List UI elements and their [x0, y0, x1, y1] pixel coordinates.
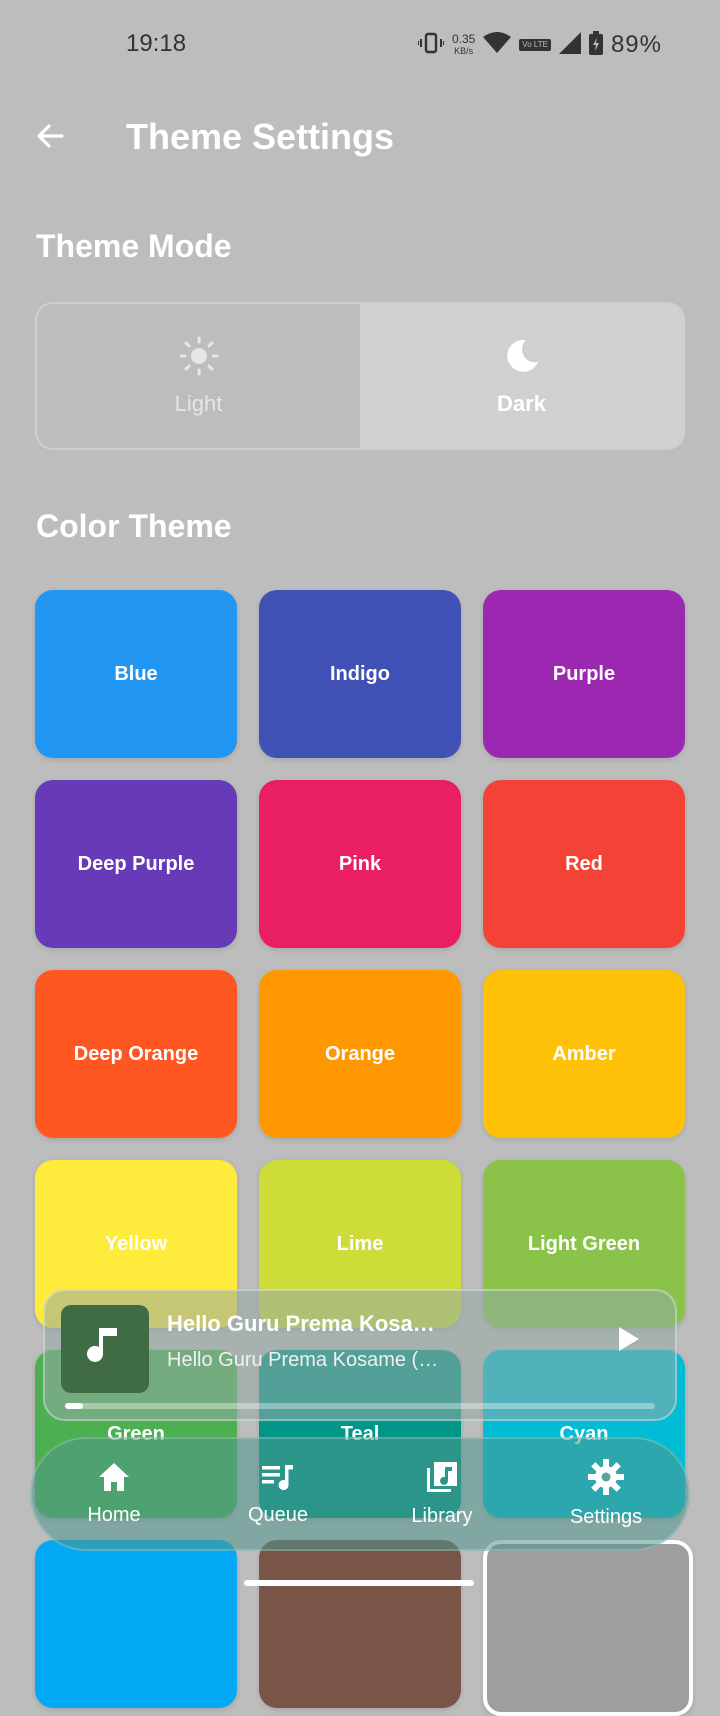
color-option[interactable]: [35, 1540, 237, 1708]
page-title: Theme Settings: [126, 116, 395, 157]
color-option[interactable]: Orange: [259, 970, 461, 1138]
theme-mode-dark-label: Dark: [497, 390, 546, 416]
theme-mode-toggle: Light Dark: [35, 302, 685, 450]
color-theme-heading: Color Theme: [36, 508, 232, 544]
nav-label-queue: Queue: [247, 1504, 309, 1526]
battery-icon: [588, 30, 603, 60]
nav-item-settings[interactable]: Settings: [536, 1459, 676, 1529]
nav-item-home[interactable]: Home: [44, 1461, 184, 1527]
color-option[interactable]: Indigo: [259, 590, 461, 758]
nav-label-library: Library: [411, 1505, 473, 1527]
vibrate-icon: [416, 31, 445, 60]
color-option-label: Blue: [114, 662, 158, 685]
color-option-label: Purple: [552, 662, 616, 685]
playback-progress-fill: [65, 1403, 83, 1409]
home-icon: [97, 1461, 131, 1498]
color-option-label: Yellow: [104, 1232, 168, 1255]
mini-player[interactable]: Hello Guru Prema Kosa… Hello Guru Prema …: [43, 1289, 677, 1421]
album-art: [61, 1305, 149, 1393]
color-option-label: Pink: [338, 852, 382, 875]
color-option[interactable]: Red: [483, 780, 685, 948]
app-bar: Theme Settings: [0, 100, 720, 180]
nav-label-settings: Settings: [569, 1506, 643, 1528]
track-title: Hello Guru Prema Kosa…: [167, 1311, 435, 1336]
theme-mode-dark-option[interactable]: Dark: [360, 304, 683, 448]
gesture-bar: [244, 1580, 474, 1586]
color-option[interactable]: [483, 1540, 693, 1716]
music-note-icon: [85, 1324, 125, 1375]
color-option-label: Lime: [336, 1232, 384, 1255]
color-option-label: Amber: [552, 1042, 616, 1065]
status-bar: 19:18 0.35 KB/s Vo LTE 89%: [0, 0, 720, 90]
volte-badge: Vo LTE: [519, 39, 551, 51]
moon-icon: [502, 336, 542, 381]
back-button[interactable]: [30, 118, 70, 158]
nav-item-queue[interactable]: Queue: [208, 1461, 348, 1527]
library-music-icon: [425, 1460, 459, 1499]
color-option-label: Orange: [324, 1042, 396, 1065]
network-speed: 0.35 KB/s: [452, 33, 475, 57]
playback-progress[interactable]: [65, 1403, 655, 1409]
arrow-left-icon: [34, 120, 66, 157]
color-option[interactable]: Purple: [483, 590, 685, 758]
color-option-label: Deep Orange: [73, 1042, 199, 1065]
track-subtitle: Hello Guru Prema Kosame (…: [167, 1349, 439, 1371]
color-option-label: Deep Purple: [77, 852, 195, 875]
sun-icon: [179, 336, 219, 381]
color-option[interactable]: Deep Orange: [35, 970, 237, 1138]
status-time: 19:18: [126, 30, 187, 57]
theme-mode-heading: Theme Mode: [36, 228, 232, 264]
theme-mode-light-label: Light: [174, 390, 223, 416]
color-option[interactable]: Pink: [259, 780, 461, 948]
color-option-label: Indigo: [330, 662, 390, 685]
gear-icon: [588, 1459, 624, 1500]
battery-percent: 89%: [610, 31, 662, 58]
theme-mode-light-option[interactable]: Light: [37, 304, 360, 448]
color-option-label: Light Green: [527, 1232, 641, 1255]
nav-item-library[interactable]: Library: [372, 1460, 512, 1528]
color-option[interactable]: Blue: [35, 590, 237, 758]
queue-music-icon: [260, 1461, 296, 1498]
net-speed-value: 0.35: [451, 32, 476, 46]
color-option[interactable]: [259, 1540, 461, 1708]
wifi-icon: [483, 31, 512, 59]
color-option[interactable]: Deep Purple: [35, 780, 237, 948]
play-icon: [617, 1326, 641, 1357]
net-speed-unit: KB/s: [454, 46, 474, 56]
nav-label-home: Home: [87, 1504, 141, 1526]
status-icons: 0.35 KB/s Vo LTE 89%: [416, 28, 662, 62]
color-option-label: Red: [565, 852, 603, 875]
color-option[interactable]: Amber: [483, 970, 685, 1138]
bottom-nav: Home Queue Library Settings: [30, 1437, 690, 1551]
signal-icon: [558, 31, 581, 59]
play-button[interactable]: [609, 1321, 649, 1361]
